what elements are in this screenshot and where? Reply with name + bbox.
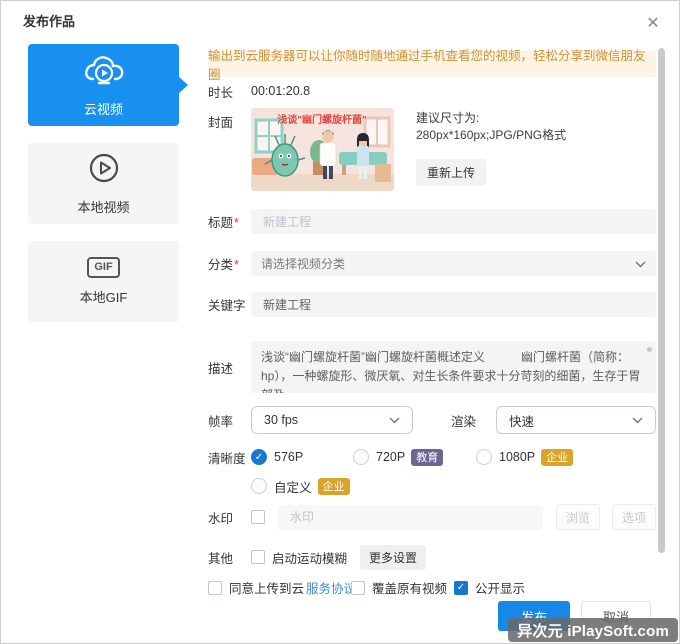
clarity-option-custom[interactable]: 自定义 企业: [251, 477, 350, 496]
cover-image: 浅谈"幽门螺旋杆菌": [251, 108, 394, 191]
agree-upload-checkbox-group[interactable]: 同意上传到云 服务协议: [208, 578, 356, 597]
description-row: 描述 浅谈“幽门螺旋杆菌”幽门螺旋杆菌概述定义 幽门螺杆菌（简称：hp），一种螺…: [208, 341, 656, 393]
public-display-checkbox-group[interactable]: ✓ 公开显示: [454, 578, 525, 597]
motion-blur-checkbox[interactable]: [251, 550, 265, 564]
motion-blur-label: 启动运动模糊: [272, 551, 348, 566]
sidebar-item-label: 本地GIF: [79, 290, 128, 305]
browse-button[interactable]: 浏览: [556, 504, 600, 530]
gif-icon: GIF: [87, 257, 120, 278]
watermark-field: [278, 504, 543, 530]
title-field: [251, 209, 656, 234]
site-watermark: 异次元 iPlaySoft.com: [508, 618, 678, 642]
framerate-select[interactable]: 30 fps: [251, 406, 413, 434]
duration-row: 时长 00:01:20.8: [208, 81, 656, 101]
sidebar-item-local-video[interactable]: 本地视频: [28, 143, 179, 224]
chevron-down-icon: [635, 257, 646, 271]
overwrite-checkbox[interactable]: [351, 580, 365, 595]
agree-upload-label: 同意上传到云: [229, 582, 305, 596]
education-badge: 教育: [411, 448, 444, 466]
active-arrow: [178, 76, 188, 94]
keywords-row: 关键字: [208, 292, 656, 317]
sidebar-item-cloud-video[interactable]: 云视频: [28, 44, 188, 126]
chevron-down-icon: [389, 413, 400, 427]
other-row: 其他 启动运动模糊 更多设置: [208, 544, 656, 570]
render-value: 快速: [509, 414, 535, 429]
dialog-title: 发布作品: [23, 14, 76, 29]
public-display-checkbox[interactable]: ✓: [454, 580, 468, 595]
description-textarea[interactable]: 浅谈“幽门螺旋杆菌”幽门螺旋杆菌概述定义 幽门螺杆菌（简称：hp），一种螺旋形、…: [251, 341, 656, 393]
play-circle-icon: [87, 151, 121, 188]
cover-row: 封面 浅谈"幽门螺旋杆菌" 建议尺寸为: 280px*160px;JPG/PNG…: [208, 108, 656, 191]
radio-icon[interactable]: [476, 449, 492, 465]
clarity-option-576p[interactable]: ✓ 576P: [251, 449, 353, 465]
watermark-row: 水印 浏览 选项: [208, 504, 656, 530]
scrollbar-thumb[interactable]: [658, 48, 665, 553]
keywords-field: [251, 292, 656, 317]
scrollbar-dot[interactable]: [647, 347, 652, 352]
cover-hint-line2: 280px*160px;JPG/PNG格式: [416, 128, 567, 142]
sidebar-item-label: 本地视频: [77, 200, 130, 215]
cover-size-hint: 建议尺寸为: 280px*160px;JPG/PNG格式: [416, 110, 566, 144]
service-agreement-link[interactable]: 服务协议: [306, 578, 356, 597]
clarity-option-720p[interactable]: 720P 教育: [353, 448, 476, 466]
radio-icon[interactable]: [251, 478, 267, 494]
cloud-play-icon: [83, 53, 125, 90]
options-button[interactable]: 选项: [612, 504, 656, 530]
keywords-input[interactable]: [261, 296, 646, 313]
overwrite-label: 覆盖原有视频: [372, 582, 448, 596]
clarity-row: 清晰度 ✓ 576P 720P 教育 1080P 企业: [208, 448, 656, 466]
description-text: 浅谈“幽门螺旋杆菌”幽门螺旋杆菌概述定义 幽门螺杆菌（简称：hp），一种螺旋形、…: [261, 350, 641, 393]
required-asterisk: *: [234, 258, 239, 272]
watermark-input[interactable]: [288, 509, 533, 525]
reupload-button[interactable]: 重新上传: [416, 159, 486, 186]
enterprise-badge: 企业: [541, 448, 574, 466]
close-icon[interactable]: ✕: [643, 13, 663, 33]
other-label: 其他: [208, 551, 234, 566]
cover-hint-line1: 建议尺寸为:: [416, 111, 480, 125]
render-label: 渲染: [451, 414, 477, 429]
title-label: 标题*: [208, 216, 239, 230]
cover-label: 封面: [208, 116, 234, 130]
more-settings-button[interactable]: 更多设置: [360, 544, 427, 570]
clarity-option-1080p[interactable]: 1080P 企业: [476, 448, 574, 466]
agree-upload-checkbox[interactable]: [208, 580, 222, 595]
overwrite-checkbox-group[interactable]: 覆盖原有视频: [351, 578, 447, 597]
sidebar-item-label: 云视频: [83, 101, 123, 117]
description-label: 描述: [208, 361, 234, 376]
enterprise-badge: 企业: [317, 477, 350, 495]
category-value: 请选择视频分类: [261, 257, 346, 271]
clarity-label: 清晰度: [208, 451, 246, 466]
radio-checked-icon[interactable]: ✓: [251, 449, 267, 465]
radio-icon[interactable]: [353, 449, 369, 465]
sidebar-item-local-gif[interactable]: GIF 本地GIF: [28, 241, 179, 322]
chevron-down-icon: [632, 413, 643, 427]
watermark-label: 水印: [208, 511, 234, 526]
title-input[interactable]: [261, 213, 646, 230]
category-label: 分类*: [208, 258, 239, 272]
framerate-label: 帧率: [208, 414, 234, 429]
watermark-checkbox[interactable]: [251, 510, 265, 524]
cloud-upload-notice: 输出到云服务器可以让你随时随地通过手机查看您的视频，轻松分享到微信朋友圈: [208, 49, 656, 82]
title-row: 标题*: [208, 209, 656, 234]
publish-dialog: 发布作品 ✕ 云视频 本地视频 GIF 本地GIF 输出到云服务器可以让你随时随…: [0, 0, 680, 644]
public-display-label: 公开显示: [475, 582, 526, 596]
render-select[interactable]: 快速: [496, 406, 656, 434]
required-asterisk: *: [234, 216, 239, 230]
cover-title-text: 浅谈"幽门螺旋杆菌": [277, 113, 367, 126]
category-select[interactable]: 请选择视频分类: [251, 251, 656, 276]
framerate-render-row: 帧率 30 fps 渲染 快速: [208, 406, 656, 434]
keywords-label: 关键字: [208, 299, 246, 313]
clarity-row-2: 自定义 企业: [208, 477, 656, 495]
duration-label: 时长: [208, 85, 234, 100]
framerate-value: 30 fps: [264, 413, 299, 427]
category-row: 分类* 请选择视频分类: [208, 251, 656, 276]
duration-value: 00:01:20.8: [251, 84, 311, 98]
